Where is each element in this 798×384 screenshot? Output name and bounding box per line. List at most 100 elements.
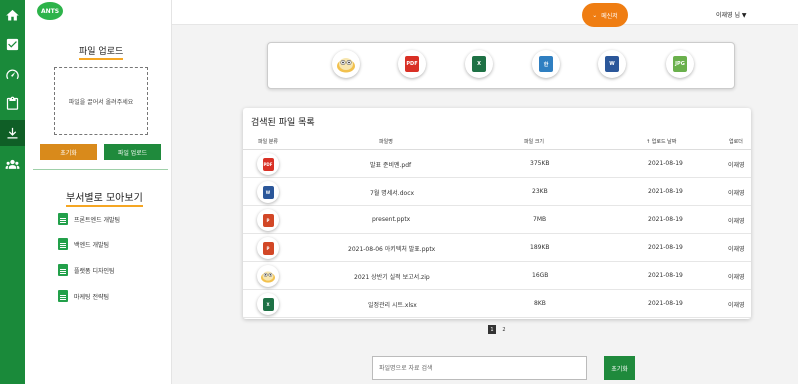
upload-reset-button[interactable]: 초기화 — [40, 144, 97, 160]
type-pdf[interactable]: PDF — [398, 50, 426, 78]
upload-title: 파일 업로드 — [79, 44, 124, 60]
file-date: 2021-08-19 — [648, 300, 683, 307]
document-icon — [58, 290, 68, 302]
ants-logo[interactable]: ANTS — [37, 2, 63, 20]
document-icon — [58, 238, 68, 250]
search-reset-button[interactable]: 초기화 — [604, 356, 635, 380]
file-list-card: 검색된 파일 목록 파일 분류 파일명 파일 크기 ↑ 업로드 날짜 업로더 P… — [243, 108, 751, 319]
excel-icon: X — [262, 297, 274, 311]
file-name[interactable]: 일정관리 시트.xlsx — [368, 300, 417, 309]
file-size: 375KB — [530, 160, 550, 167]
pagination: 1 2 — [488, 325, 508, 334]
department-label: 프론트엔드 개발팀 — [74, 216, 121, 224]
pdf-icon: PDF — [262, 157, 274, 171]
file-name[interactable]: 2021-08-06 아키텍처 발표.pptx — [348, 244, 435, 253]
jpg-icon: JPG — [673, 56, 687, 72]
file-uploader: 이재영 — [728, 190, 745, 197]
department-item-marketing[interactable]: 마케팅 전략팀 — [58, 290, 109, 302]
checklist-icon — [6, 38, 19, 50]
table-row[interactable]: 2021 상반기 실적 보고서.zip 16GB 2021-08-19 이재영 — [243, 262, 751, 290]
column-uploader[interactable]: 업로더 — [729, 138, 743, 145]
table-row[interactable]: PDF 발표 준비멘.pdf 375KB 2021-08-19 이재영 — [243, 150, 751, 178]
type-word[interactable]: W — [598, 50, 626, 78]
file-type-cell: P — [257, 209, 279, 231]
department-item-design[interactable]: 플랫폼 디자인팀 — [58, 264, 115, 276]
column-name[interactable]: 파일명 — [379, 138, 393, 145]
file-name[interactable]: present.pptx — [372, 216, 410, 223]
file-uploader: 이재영 — [728, 218, 745, 225]
page-2-button[interactable]: 2 — [500, 325, 508, 334]
document-icon — [58, 213, 68, 225]
messenger-button[interactable]: ⌄ 메신저 — [582, 3, 628, 27]
file-date: 2021-08-19 — [648, 188, 683, 195]
type-hangul[interactable]: 한 — [532, 50, 560, 78]
file-size: 23KB — [532, 188, 548, 195]
table-row[interactable]: P 2021-08-06 아키텍처 발표.pptx 189KB 2021-08-… — [243, 234, 751, 262]
zip-mascot-icon — [261, 271, 275, 283]
table-row[interactable]: P present.pptx 7MB 2021-08-19 이재영 — [243, 206, 751, 234]
excel-icon: X — [472, 56, 486, 72]
file-type-cell: W — [257, 181, 279, 203]
department-label: 백엔드 개발팀 — [74, 241, 110, 249]
file-date: 2021-08-19 — [648, 244, 683, 251]
file-uploader: 이재영 — [728, 162, 745, 169]
file-upload-button[interactable]: 파일 업로드 — [104, 144, 161, 160]
department-item-backend[interactable]: 백엔드 개발팀 — [58, 238, 109, 250]
file-uploader: 이재영 — [728, 302, 745, 309]
file-date: 2021-08-19 — [648, 272, 683, 279]
word-icon: W — [605, 56, 619, 72]
hangul-icon: 한 — [539, 56, 553, 72]
file-uploader: 이재영 — [728, 274, 745, 281]
department-item-frontend[interactable]: 프론트엔드 개발팀 — [58, 213, 120, 225]
file-name[interactable]: 2021 상반기 실적 보고서.zip — [354, 272, 430, 281]
type-excel[interactable]: X — [465, 50, 493, 78]
column-size[interactable]: 파일 크기 — [524, 138, 544, 145]
rail-home[interactable] — [0, 2, 25, 28]
powerpoint-icon: P — [262, 213, 274, 227]
type-hwp[interactable] — [332, 50, 360, 78]
dropzone-text: 파일을 끌어서 올려주세요 — [68, 98, 134, 106]
file-size: 8KB — [534, 300, 546, 307]
file-size: 7MB — [533, 216, 547, 223]
rail-dashboard[interactable] — [0, 61, 25, 87]
clipboard-icon — [6, 96, 19, 110]
powerpoint-icon: P — [262, 241, 274, 255]
document-icon — [58, 264, 68, 276]
file-date: 2021-08-19 — [648, 160, 683, 167]
department-label: 마케팅 전략팀 — [74, 293, 110, 301]
file-search-input[interactable] — [372, 356, 587, 380]
users-icon — [5, 159, 20, 169]
page-1-button[interactable]: 1 — [488, 325, 496, 334]
file-dropzone[interactable]: 파일을 끌어서 올려주세요 — [54, 67, 148, 135]
home-icon — [6, 9, 19, 20]
rail-tasks[interactable] — [0, 31, 25, 57]
side-divider — [33, 169, 168, 170]
file-type-cell — [257, 265, 279, 287]
table-row[interactable]: W 7월 명세서.docx 23KB 2021-08-19 이재영 — [243, 178, 751, 206]
file-type-filter: PDF X 한 W JPG — [267, 42, 735, 89]
download-icon — [7, 127, 18, 138]
file-type-cell: P — [257, 237, 279, 259]
file-name[interactable]: 7월 명세서.docx — [370, 188, 414, 197]
rail-files[interactable] — [0, 120, 25, 146]
table-row[interactable]: X 일정관리 시트.xlsx 8KB 2021-08-19 이재영 — [243, 290, 751, 318]
dashboard-icon — [6, 69, 19, 79]
top-bar — [172, 0, 798, 25]
department-title: 부서별로 모아보기 — [66, 189, 143, 207]
left-rail — [0, 0, 25, 384]
column-type[interactable]: 파일 분류 — [258, 138, 278, 145]
file-list-title: 검색된 파일 목록 — [251, 118, 315, 128]
file-name[interactable]: 발표 준비멘.pdf — [370, 160, 411, 169]
rail-members[interactable] — [0, 151, 25, 177]
file-type-cell: X — [257, 293, 279, 315]
file-size: 16GB — [532, 272, 549, 279]
logo-text: ANTS — [40, 7, 60, 15]
file-size: 189KB — [530, 244, 550, 251]
rail-board[interactable] — [0, 90, 25, 116]
file-date: 2021-08-19 — [648, 216, 683, 223]
column-date[interactable]: ↑ 업로드 날짜 — [646, 138, 676, 145]
type-jpg[interactable]: JPG — [666, 50, 694, 78]
user-menu[interactable]: 이재영 님 ▼ — [716, 10, 747, 19]
hwp-mascot-icon — [337, 58, 355, 73]
word-icon: W — [262, 185, 274, 199]
